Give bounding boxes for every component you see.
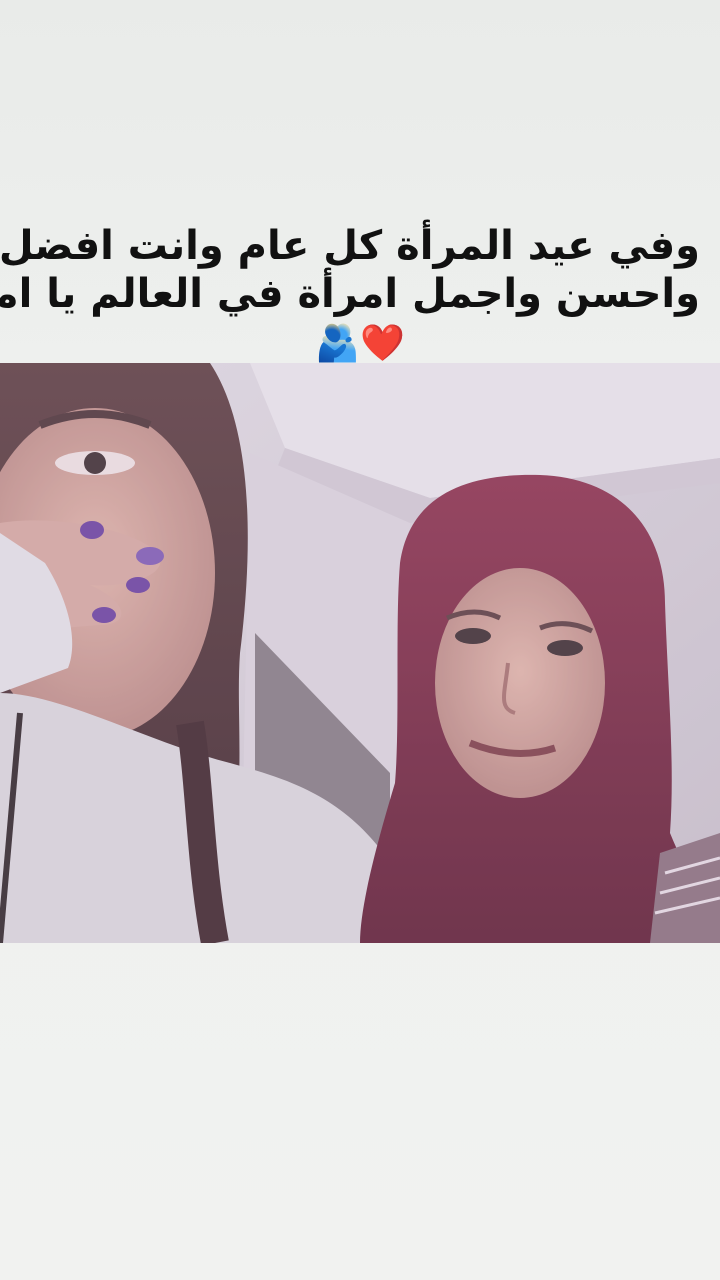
- caption-line-2: واحسن واجمل امرأة في العالم يا امي 🧕🏻: [0, 270, 700, 320]
- caption-line-1: وفي عيد المرأة كل عام وانت افضل: [0, 223, 700, 269]
- caption-line-2-text: واحسن واجمل امرأة في العالم يا امي: [0, 271, 700, 317]
- photo-filter-overlay: [0, 363, 720, 943]
- heart-hug-emoji-icon: ❤️🫂: [315, 323, 405, 364]
- photo-illustration: [0, 363, 720, 943]
- selfie-photo: [0, 363, 720, 943]
- caption-text: وفي عيد المرأة كل عام وانت افضل واحسن وا…: [0, 222, 700, 368]
- story-page: وفي عيد المرأة كل عام وانت افضل واحسن وا…: [0, 0, 720, 1280]
